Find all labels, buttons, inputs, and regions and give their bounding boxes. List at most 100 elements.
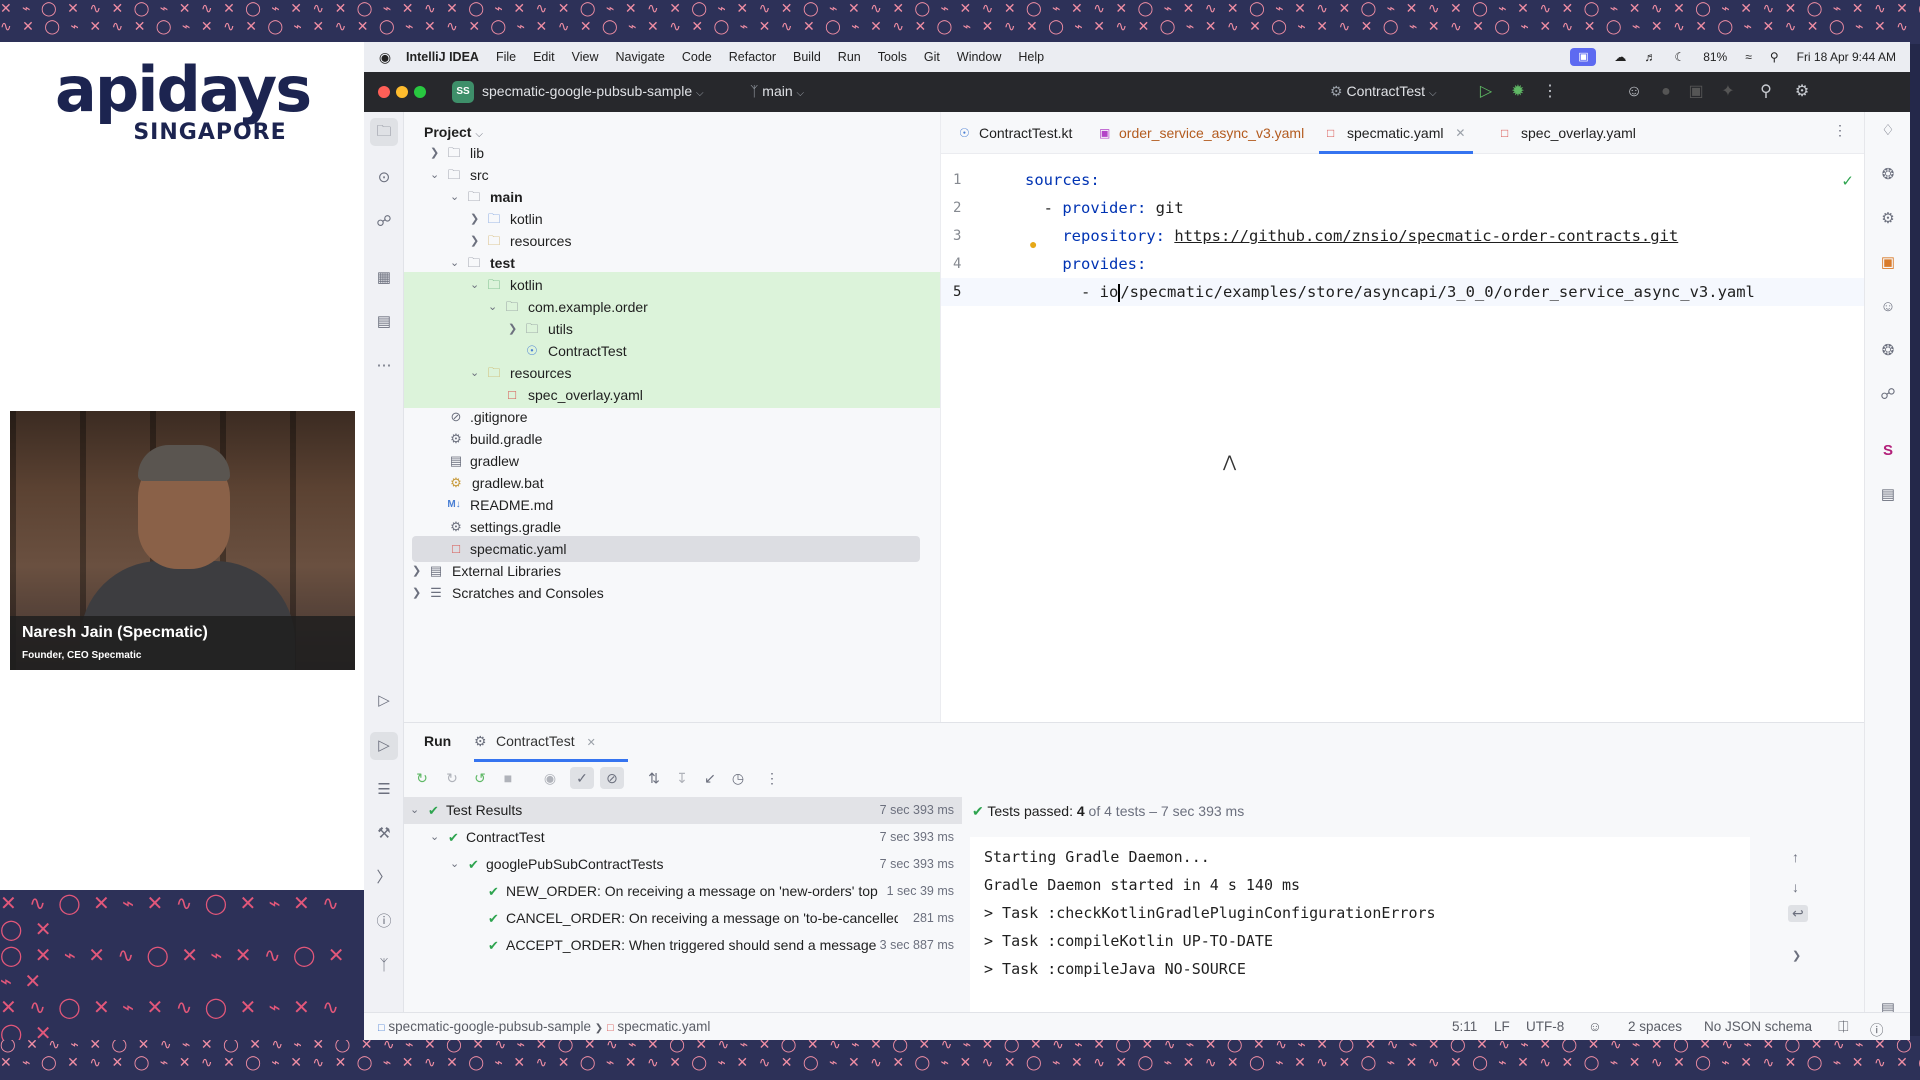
scroll-down-icon[interactable]: ↓: [1792, 879, 1799, 895]
run-configuration-selector[interactable]: ⚙ ContractTest ⌵: [1330, 83, 1437, 100]
result-root[interactable]: ⌄ ✔ Test Results 7 sec 393 ms: [404, 797, 962, 824]
clock[interactable]: Fri 18 Apr 9:44 AM: [1797, 50, 1896, 64]
notifications-icon[interactable]: ♢: [1875, 118, 1901, 144]
close-tab-icon[interactable]: ✕: [1455, 112, 1465, 154]
cloud-icon[interactable]: ☁: [1614, 50, 1626, 64]
plugin-icon[interactable]: ▣: [1875, 250, 1901, 276]
wifi-icon[interactable]: ≈: [1745, 50, 1752, 64]
layers-icon[interactable]: ☰: [370, 776, 398, 804]
show-passed-check-icon[interactable]: ✓: [570, 767, 594, 789]
maximize-window-button[interactable]: [414, 86, 426, 98]
read-only-lock-icon[interactable]: ⎅: [1838, 1019, 1849, 1035]
breadcrumb-project[interactable]: specmatic-google-pubsub-sample: [388, 1019, 591, 1034]
project-switcher[interactable]: specmatic-google-pubsub-sample ⌵: [482, 83, 704, 99]
rerun-icon[interactable]: ↻: [410, 767, 434, 789]
notifications-status-icon[interactable]: ⓘ: [1870, 1019, 1884, 1039]
project-panel-header[interactable]: Project ⌵: [424, 124, 483, 140]
commit-icon[interactable]: ⊙: [370, 164, 398, 192]
chevron-right-icon[interactable]: ❯: [412, 580, 424, 606]
history-clock-icon[interactable]: ◷: [726, 767, 750, 789]
file-encoding[interactable]: UTF-8: [1526, 1019, 1564, 1034]
stop-icon[interactable]: ■: [496, 767, 520, 789]
pull-requests-icon[interactable]: ☍: [370, 208, 398, 236]
apple-icon[interactable]: ◉: [364, 49, 406, 66]
build-hammer-icon[interactable]: ⚒: [370, 820, 398, 848]
structure-icon[interactable]: ▦: [370, 264, 398, 292]
import-tests-icon[interactable]: ↧: [670, 767, 694, 789]
spotlight-icon[interactable]: ⚲: [1770, 50, 1779, 64]
git-icon[interactable]: ᛉ: [370, 952, 398, 980]
menu-file[interactable]: File: [496, 50, 516, 64]
copilot-chat-icon[interactable]: ☺: [1875, 294, 1901, 320]
profile-icon[interactable]: ▣: [1684, 80, 1708, 104]
tab-contracttest-kt[interactable]: ☉ ContractTest.kt: [951, 112, 1072, 154]
soft-wrap-icon[interactable]: ↩: [1788, 905, 1808, 922]
ai-assistant-icon[interactable]: ✦: [1716, 80, 1740, 104]
menu-run[interactable]: Run: [838, 50, 861, 64]
battery-indicator[interactable]: 81%: [1703, 50, 1727, 64]
tab-specmatic-yaml[interactable]: □ specmatic.yaml ✕: [1319, 112, 1474, 154]
close-tab-icon[interactable]: ✕: [587, 737, 596, 749]
specmatic-icon[interactable]: S: [1875, 438, 1901, 464]
chevron-down-icon[interactable]: ⌄: [430, 824, 439, 851]
result-test[interactable]: ✔ CANCEL_ORDER: On receiving a message on…: [404, 905, 962, 932]
menu-edit[interactable]: Edit: [533, 50, 555, 64]
result-test[interactable]: ✔ ACCEPT_ORDER: When triggered should sen…: [404, 932, 962, 959]
show-ignored-icon[interactable]: ⊘: [600, 767, 624, 789]
project-badge[interactable]: SS: [452, 81, 474, 103]
expand-icon[interactable]: ❯: [1792, 949, 1801, 962]
sort-icon[interactable]: ⇅: [642, 767, 666, 789]
result-suite[interactable]: ⌄ ✔ googlePubSubContractTests 7 sec 393 ms: [404, 851, 962, 878]
ai-spiral-icon[interactable]: ❂: [1875, 162, 1901, 188]
more-tools-icon[interactable]: ⋯: [370, 352, 398, 380]
database-icon[interactable]: ☍: [1875, 382, 1901, 408]
api-icon[interactable]: ▤: [370, 308, 398, 336]
caret-position[interactable]: 5:11: [1452, 1019, 1477, 1034]
tree-item-scratches[interactable]: ❯ ☰ Scratches and Consoles: [404, 580, 980, 606]
volume-icon[interactable]: ♬: [1644, 50, 1656, 64]
menu-help[interactable]: Help: [1018, 50, 1044, 64]
menu-view[interactable]: View: [572, 50, 599, 64]
search-icon[interactable]: ⚲: [1754, 80, 1778, 104]
menu-build[interactable]: Build: [793, 50, 821, 64]
rerun-failed-icon[interactable]: ↻: [440, 767, 464, 789]
debug-icon[interactable]: ✹: [1506, 80, 1530, 104]
breadcrumb-file[interactable]: specmatic.yaml: [617, 1019, 710, 1034]
run-tool-icon[interactable]: ▷: [370, 732, 398, 760]
toggle-auto-test-icon[interactable]: ↺: [468, 767, 492, 789]
code-area[interactable]: 1 sources: 2 - provider: git 3 repository…: [941, 166, 1865, 306]
scroll-up-icon[interactable]: ↑: [1792, 849, 1799, 865]
json-schema-selector[interactable]: No JSON schema: [1704, 1019, 1812, 1034]
moon-icon[interactable]: ☾: [1674, 50, 1685, 64]
services-icon[interactable]: ▷: [370, 687, 398, 715]
add-user-icon[interactable]: ☺: [1622, 80, 1646, 104]
gradle-tool-icon[interactable]: ⚙: [1875, 206, 1901, 232]
more-options-icon[interactable]: ⋮: [760, 767, 784, 789]
copilot-status-icon[interactable]: ☺: [1588, 1019, 1602, 1034]
chevron-down-icon[interactable]: ⌄: [450, 851, 459, 878]
endpoints-icon[interactable]: ❂: [1875, 338, 1901, 364]
run-icon[interactable]: ▷: [1474, 80, 1498, 104]
line-separator[interactable]: LF: [1494, 1019, 1510, 1034]
menu-navigate[interactable]: Navigate: [616, 50, 665, 64]
menu-code[interactable]: Code: [682, 50, 712, 64]
tab-order-service-async[interactable]: ▣ order_service_async_v3.yaml: [1091, 112, 1304, 154]
repository-url-link[interactable]: https://github.com/znsio/specmatic-order…: [1174, 227, 1678, 245]
show-passed-eye-icon[interactable]: ◉: [538, 767, 562, 789]
result-class[interactable]: ⌄ ✔ ContractTest 7 sec 393 ms: [404, 824, 962, 851]
menu-git[interactable]: Git: [924, 50, 940, 64]
indent-setting[interactable]: 2 spaces: [1628, 1019, 1682, 1034]
close-window-button[interactable]: [378, 86, 390, 98]
settings-gear-icon[interactable]: ⚙: [1790, 80, 1814, 104]
run-tab-contracttest[interactable]: ⚙ ContractTest ✕: [474, 733, 628, 762]
chevron-down-icon[interactable]: ⌄: [410, 797, 419, 824]
menu-refactor[interactable]: Refactor: [729, 50, 776, 64]
tab-options-icon[interactable]: ⋮: [1833, 122, 1847, 139]
screen-share-icon[interactable]: ▣: [1570, 48, 1597, 66]
project-folder-icon[interactable]: 🗀: [370, 118, 398, 146]
more-actions-icon[interactable]: ⋮: [1538, 80, 1562, 104]
copilot-icon[interactable]: ●: [1654, 80, 1678, 104]
tab-spec-overlay[interactable]: □ spec_overlay.yaml: [1493, 112, 1636, 154]
menu-tools[interactable]: Tools: [878, 50, 907, 64]
menu-app-name[interactable]: IntelliJ IDEA: [406, 50, 479, 64]
